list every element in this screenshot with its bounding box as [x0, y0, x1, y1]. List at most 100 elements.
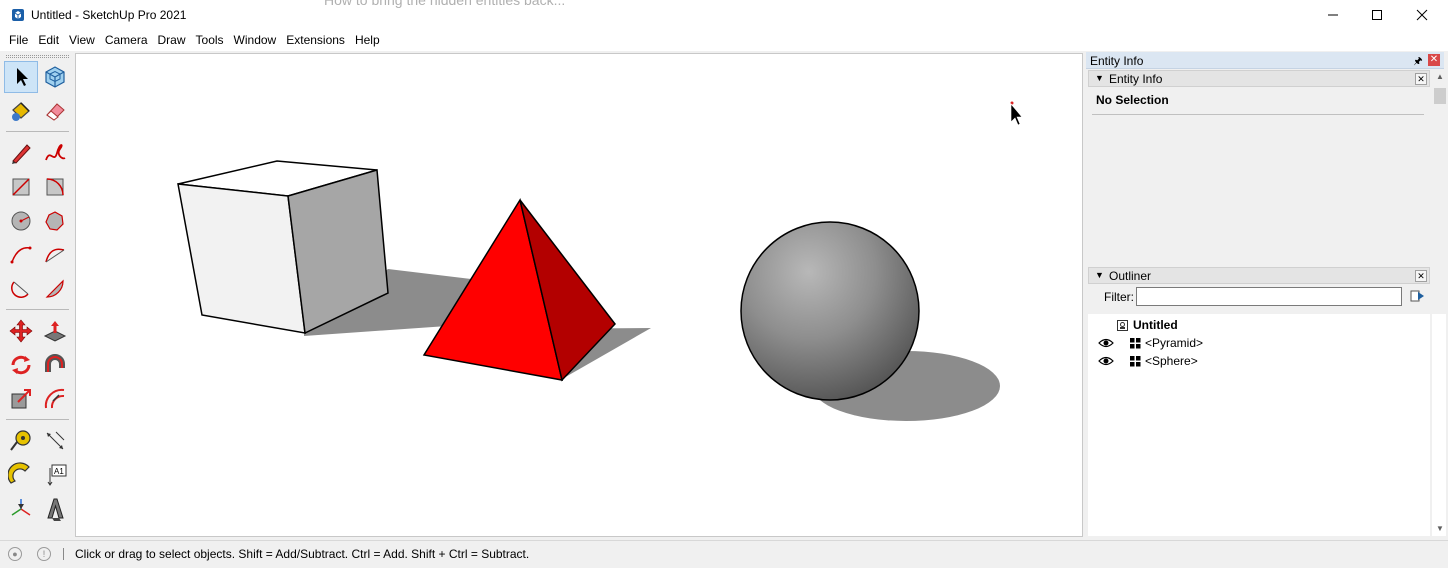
close-icon: [1416, 9, 1428, 21]
close-button[interactable]: [1399, 0, 1445, 30]
polygon-tool-button[interactable]: [38, 205, 72, 237]
text-tool-button[interactable]: A1: [38, 459, 72, 491]
maximize-button[interactable]: [1354, 0, 1400, 30]
freehand-curve-icon: [45, 144, 66, 161]
outliner-header[interactable]: ▼ Outliner ✕: [1088, 267, 1430, 284]
rotate-icon: [11, 355, 31, 375]
line-tool-button[interactable]: [4, 137, 38, 169]
sketchup-logo-icon: [12, 9, 24, 21]
dimension-icon: [46, 431, 65, 450]
scroll-down-icon[interactable]: ▼: [1434, 524, 1446, 533]
paint-bucket-icon: [12, 102, 30, 121]
menu-tools[interactable]: Tools: [191, 30, 229, 51]
menu-view[interactable]: View: [64, 30, 100, 51]
push-pull-tool-button[interactable]: [38, 315, 72, 347]
tape-measure-icon: [10, 430, 31, 451]
outliner-root-label: Untitled: [1133, 318, 1178, 332]
scroll-up-icon[interactable]: ▲: [1434, 72, 1446, 81]
menu-edit[interactable]: Edit: [33, 30, 64, 51]
eraser-icon: [46, 103, 65, 121]
component-tool-button[interactable]: [38, 61, 72, 93]
collapse-triangle-icon[interactable]: ▼: [1095, 73, 1104, 83]
credits-info-icon[interactable]: !: [37, 547, 51, 561]
rotated-rectangle-icon: [46, 178, 64, 196]
component-cube-icon: [45, 66, 65, 88]
collapse-triangle-icon[interactable]: ▼: [1095, 270, 1104, 280]
tray-title-bar: Entity Info 🖈 ✕: [1086, 52, 1444, 69]
follow-me-icon: [45, 354, 65, 372]
scroll-thumb[interactable]: [1434, 88, 1446, 104]
minimize-button[interactable]: [1310, 0, 1356, 30]
outliner-details-arrow-icon[interactable]: [1410, 289, 1426, 303]
select-tool-button[interactable]: [4, 61, 38, 93]
move-tool-button[interactable]: [4, 315, 38, 347]
offset-icon: [44, 388, 65, 409]
model-icon: [1117, 320, 1128, 331]
arc-icon: [10, 246, 32, 264]
filter-input[interactable]: [1136, 287, 1402, 306]
geo-location-icon[interactable]: ●: [8, 547, 22, 561]
text-tool-label: A1: [54, 467, 64, 476]
entity-info-header-label: Entity Info: [1109, 72, 1163, 86]
3d-text-tool-button[interactable]: [38, 493, 72, 525]
paint-bucket-tool-button[interactable]: [4, 95, 38, 127]
pie-tool-button[interactable]: [38, 273, 72, 305]
window-title: Untitled - SketchUp Pro 2021: [31, 8, 187, 22]
protractor-tool-button[interactable]: [4, 459, 38, 491]
offset-tool-button[interactable]: [38, 383, 72, 415]
status-text: Click or drag to select objects. Shift =…: [75, 547, 530, 561]
rotate-tool-button[interactable]: [4, 349, 38, 381]
rectangle-tool-button[interactable]: [4, 171, 38, 203]
rotated-rectangle-tool-button[interactable]: [38, 171, 72, 203]
outliner-filter-row: Filter:: [1088, 285, 1430, 313]
scale-tool-button[interactable]: [4, 383, 38, 415]
tape-measure-tool-button[interactable]: [4, 425, 38, 457]
menu-extensions[interactable]: Extensions: [281, 30, 350, 51]
entity-info-body: No Selection: [1088, 88, 1430, 266]
component-instance-icon: [1130, 338, 1141, 349]
menu-draw[interactable]: Draw: [153, 30, 191, 51]
dimension-tool-button[interactable]: [38, 425, 72, 457]
scene-canvas[interactable]: [76, 54, 1082, 536]
sphere[interactable]: [740, 221, 920, 401]
outliner-item-label: <Sphere>: [1145, 354, 1198, 368]
visibility-eye-icon[interactable]: [1098, 355, 1114, 367]
follow-me-tool-button[interactable]: [38, 349, 72, 381]
drawing-viewport[interactable]: [75, 53, 1083, 537]
cube[interactable]: [177, 160, 389, 335]
menu-camera[interactable]: Camera: [100, 30, 153, 51]
outliner-item-pyramid[interactable]: <Pyramid>: [1088, 334, 1428, 352]
axes-tool-button[interactable]: [4, 493, 38, 525]
three-point-arc-tool-button[interactable]: [4, 273, 38, 305]
entity-info-header[interactable]: ▼ Entity Info ✕: [1088, 70, 1430, 87]
eraser-tool-button[interactable]: [38, 95, 72, 127]
circle-tool-button[interactable]: [4, 205, 38, 237]
component-instance-icon: [1130, 356, 1141, 367]
arc-tool-button[interactable]: [4, 239, 38, 271]
outliner-scrollbar[interactable]: ▼: [1432, 314, 1446, 536]
overlay-ghost-text: How to bring the hidden entities back...: [324, 0, 566, 8]
minimize-icon: [1328, 14, 1338, 16]
menu-window[interactable]: Window: [229, 30, 282, 51]
visibility-eye-icon[interactable]: [1098, 337, 1114, 349]
push-pull-icon: [43, 321, 67, 342]
entity-info-close-icon[interactable]: ✕: [1415, 73, 1427, 85]
tray-close-button[interactable]: ✕: [1428, 54, 1440, 66]
three-point-arc-icon: [11, 281, 29, 298]
two-point-arc-tool-button[interactable]: [38, 239, 72, 271]
toolbar-separator: [6, 309, 69, 310]
menu-file[interactable]: File: [4, 30, 33, 51]
pencil-icon: [12, 144, 31, 164]
pin-icon[interactable]: 🖈: [1412, 54, 1424, 67]
menu-help[interactable]: Help: [350, 30, 385, 51]
outliner-item-label: <Pyramid>: [1145, 336, 1204, 350]
title-bar: Untitled - SketchUp Pro 2021 How to brin…: [0, 0, 1448, 30]
outliner-item-sphere[interactable]: <Sphere>: [1088, 352, 1428, 370]
toolbar-grip[interactable]: [6, 55, 69, 58]
entity-info-scrollbar[interactable]: ▲: [1432, 70, 1446, 266]
outliner-close-icon[interactable]: ✕: [1415, 270, 1427, 282]
outliner-root-row[interactable]: Untitled: [1088, 316, 1428, 334]
3d-text-icon: [47, 498, 64, 521]
large-tool-set-toolbar: A1: [0, 53, 73, 536]
freehand-tool-button[interactable]: [38, 137, 72, 169]
